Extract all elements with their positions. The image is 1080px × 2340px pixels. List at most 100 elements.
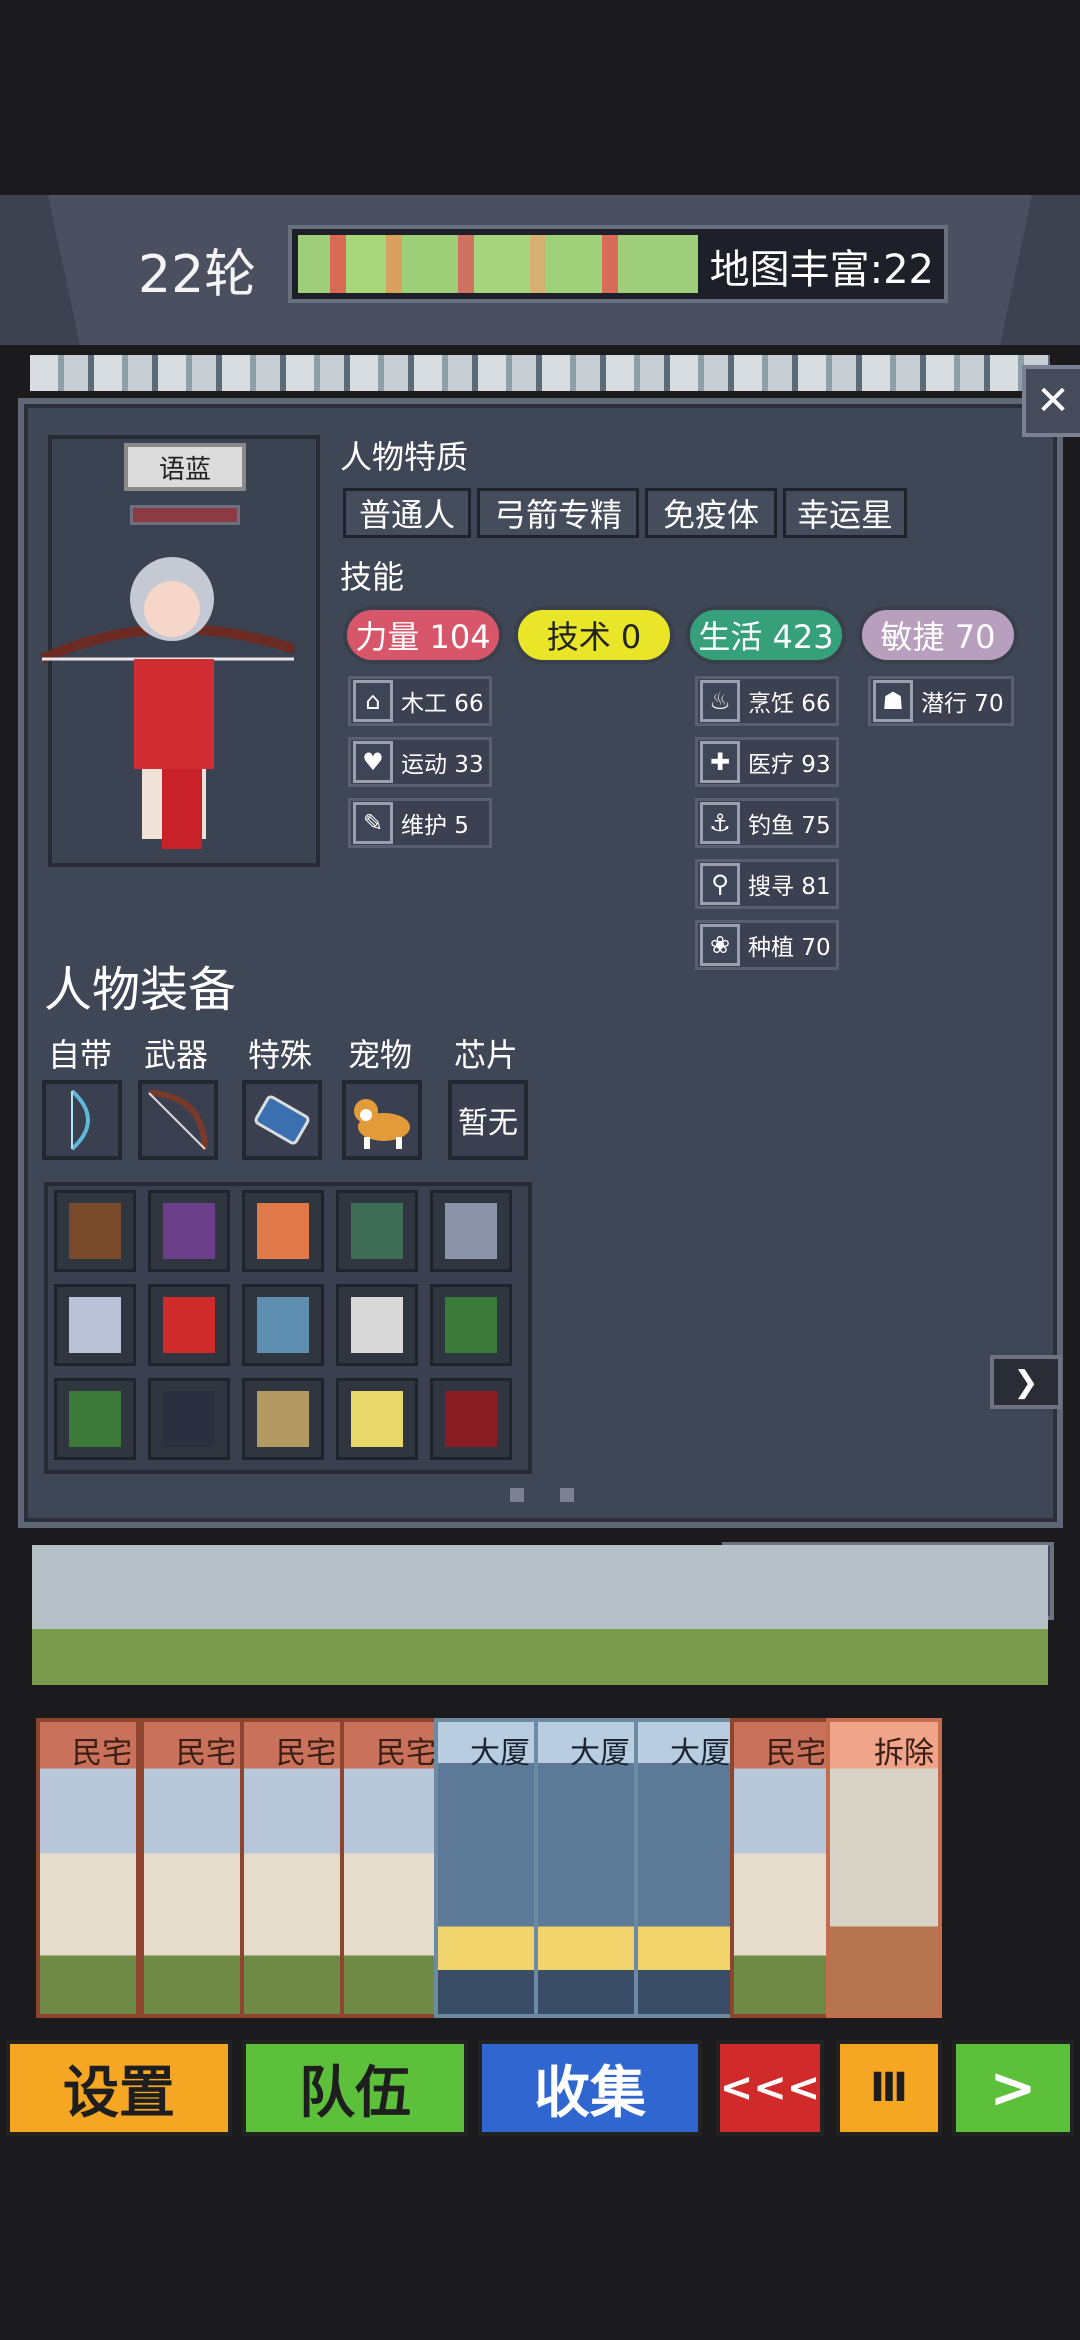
corgi-icon (354, 1099, 410, 1149)
skill-label: 木工 66 (401, 691, 484, 717)
inventory-slot[interactable] (148, 1284, 230, 1366)
traits-title: 人物特质 (340, 438, 469, 476)
inventory-slot[interactable] (148, 1190, 230, 1272)
building-card[interactable]: 大厦 (634, 1718, 738, 2018)
town-scene (32, 1545, 1048, 1685)
plant-icon: ❀ (700, 924, 740, 966)
building-card[interactable]: 大厦 (434, 1718, 538, 2018)
card-title: 民宅 (72, 1736, 132, 1771)
building-card[interactable]: 拆除 (826, 1718, 942, 2018)
stat-strength[interactable]: 力量 104 (343, 606, 503, 664)
skill-label: 烹饪 66 (748, 691, 831, 717)
card-title: 大厦 (570, 1736, 630, 1771)
inventory-slot[interactable] (336, 1284, 418, 1366)
inventory-slot[interactable] (336, 1378, 418, 1460)
inventory-slot[interactable] (54, 1190, 136, 1272)
building-card[interactable]: 民宅 (36, 1718, 140, 2018)
skill-label: 维护 5 (401, 813, 469, 839)
skill-search[interactable]: ⚲ 搜寻 81 (695, 859, 839, 909)
card-heart-icon (69, 1391, 121, 1447)
slot-label-special: 特殊 (248, 1036, 313, 1074)
skill-label: 潜行 70 (921, 691, 1004, 717)
inventory-slot[interactable] (148, 1378, 230, 1460)
card-title: 大厦 (670, 1736, 730, 1771)
inventory-slot[interactable] (54, 1284, 136, 1366)
map-richness-label: 地图丰富:22 (709, 247, 934, 293)
longbow-icon (148, 1090, 208, 1150)
building-card[interactable]: 民宅 (340, 1718, 444, 2018)
inventory-slot[interactable] (242, 1190, 324, 1272)
stat-technique[interactable]: 技术 0 (514, 606, 674, 664)
skill-label: 运动 33 (401, 752, 484, 778)
skill-sport[interactable]: ♥ 运动 33 (348, 737, 492, 787)
skill-fishing[interactable]: ⚓ 钓鱼 75 (695, 798, 839, 848)
stat-agility[interactable]: 敏捷 70 (858, 606, 1018, 664)
speed-button[interactable]: Ⅲ (836, 2040, 942, 2136)
skill-medical[interactable]: ✚ 医疗 93 (695, 737, 839, 787)
heart-icon: ♥ (353, 741, 393, 783)
inventory-slot[interactable] (430, 1378, 512, 1460)
hud-frame-right (1000, 195, 1080, 345)
inventory-slot[interactable] (430, 1190, 512, 1272)
coat-icon (69, 1297, 121, 1353)
inventory-slot[interactable] (242, 1378, 324, 1460)
skill-cooking[interactable]: ♨ 烹饪 66 (695, 676, 839, 726)
trait-badge[interactable]: 免疫体 (645, 488, 777, 538)
skill-label: 种植 70 (748, 935, 831, 961)
building-card[interactable]: 民宅 (240, 1718, 344, 2018)
page-dot (510, 1488, 524, 1502)
skill-label: 搜寻 81 (748, 874, 831, 900)
trait-badge[interactable]: 幸运星 (783, 488, 907, 538)
character-name: 语蓝 (124, 443, 246, 491)
page-dot (560, 1488, 574, 1502)
inventory-slot[interactable] (336, 1190, 418, 1272)
building-card[interactable]: 民宅 (140, 1718, 244, 2018)
skill-sneak[interactable]: ☗ 潜行 70 (868, 676, 1014, 726)
sneak-icon: ☗ (873, 680, 913, 722)
slot-builtin[interactable] (42, 1080, 122, 1160)
card-title: 大厦 (470, 1736, 530, 1771)
collection-button[interactable]: 收集 (478, 2040, 702, 2136)
medkit-icon: ✚ (700, 741, 740, 783)
health-bar (130, 505, 240, 525)
map-richness-bar[interactable]: 地图丰富:22 (288, 225, 948, 303)
play-button[interactable]: > (952, 2040, 1074, 2136)
card-title: 民宅 (766, 1736, 826, 1771)
fishing-icon: ⚓ (700, 802, 740, 844)
slot-special[interactable] (242, 1080, 322, 1160)
inventory-slot[interactable] (430, 1284, 512, 1366)
chevron-right-icon: ❯ (1013, 1364, 1039, 1400)
wrench-icon: ✎ (353, 802, 393, 844)
slot-weapon[interactable] (138, 1080, 218, 1160)
slot-chip[interactable]: 暂无 (448, 1080, 528, 1160)
trait-badge[interactable]: 普通人 (343, 488, 471, 538)
skill-carpentry[interactable]: ⌂ 木工 66 (348, 676, 492, 726)
inventory-slot[interactable] (54, 1378, 136, 1460)
settings-button[interactable]: 设置 (6, 2040, 232, 2136)
archer-girl-icon (39, 557, 294, 849)
building-card[interactable]: 民宅 (730, 1718, 834, 2018)
slot-pet[interactable] (342, 1080, 422, 1160)
slot-label-weapon: 武器 (144, 1036, 209, 1074)
skill-planting[interactable]: ❀ 种植 70 (695, 920, 839, 970)
card-title: 民宅 (176, 1736, 236, 1771)
stat-life[interactable]: 生活 423 (686, 606, 846, 664)
skill-maintenance[interactable]: ✎ 维护 5 (348, 798, 492, 848)
next-page-button[interactable]: ❯ (990, 1355, 1062, 1409)
ring-icon (257, 1203, 309, 1259)
building-card[interactable]: 大厦 (534, 1718, 638, 2018)
rewind-button[interactable]: <<< (716, 2040, 824, 2136)
muscle-book-icon (445, 1391, 497, 1447)
trait-badge[interactable]: 弓箭专精 (477, 488, 639, 538)
armor-icon (445, 1203, 497, 1259)
map-skyline-preview (298, 235, 698, 293)
bow-icon (70, 1089, 90, 1151)
team-button[interactable]: 队伍 (242, 2040, 468, 2136)
inventory-slot[interactable] (242, 1284, 324, 1366)
close-icon[interactable]: ✕ (1022, 365, 1080, 437)
slot-label-pet: 宠物 (348, 1036, 413, 1074)
town-tile-strip (30, 355, 1050, 391)
slot-label-chip: 芯片 (454, 1036, 519, 1074)
character-portrait: 语蓝 (39, 435, 320, 867)
jacket-icon (351, 1203, 403, 1259)
